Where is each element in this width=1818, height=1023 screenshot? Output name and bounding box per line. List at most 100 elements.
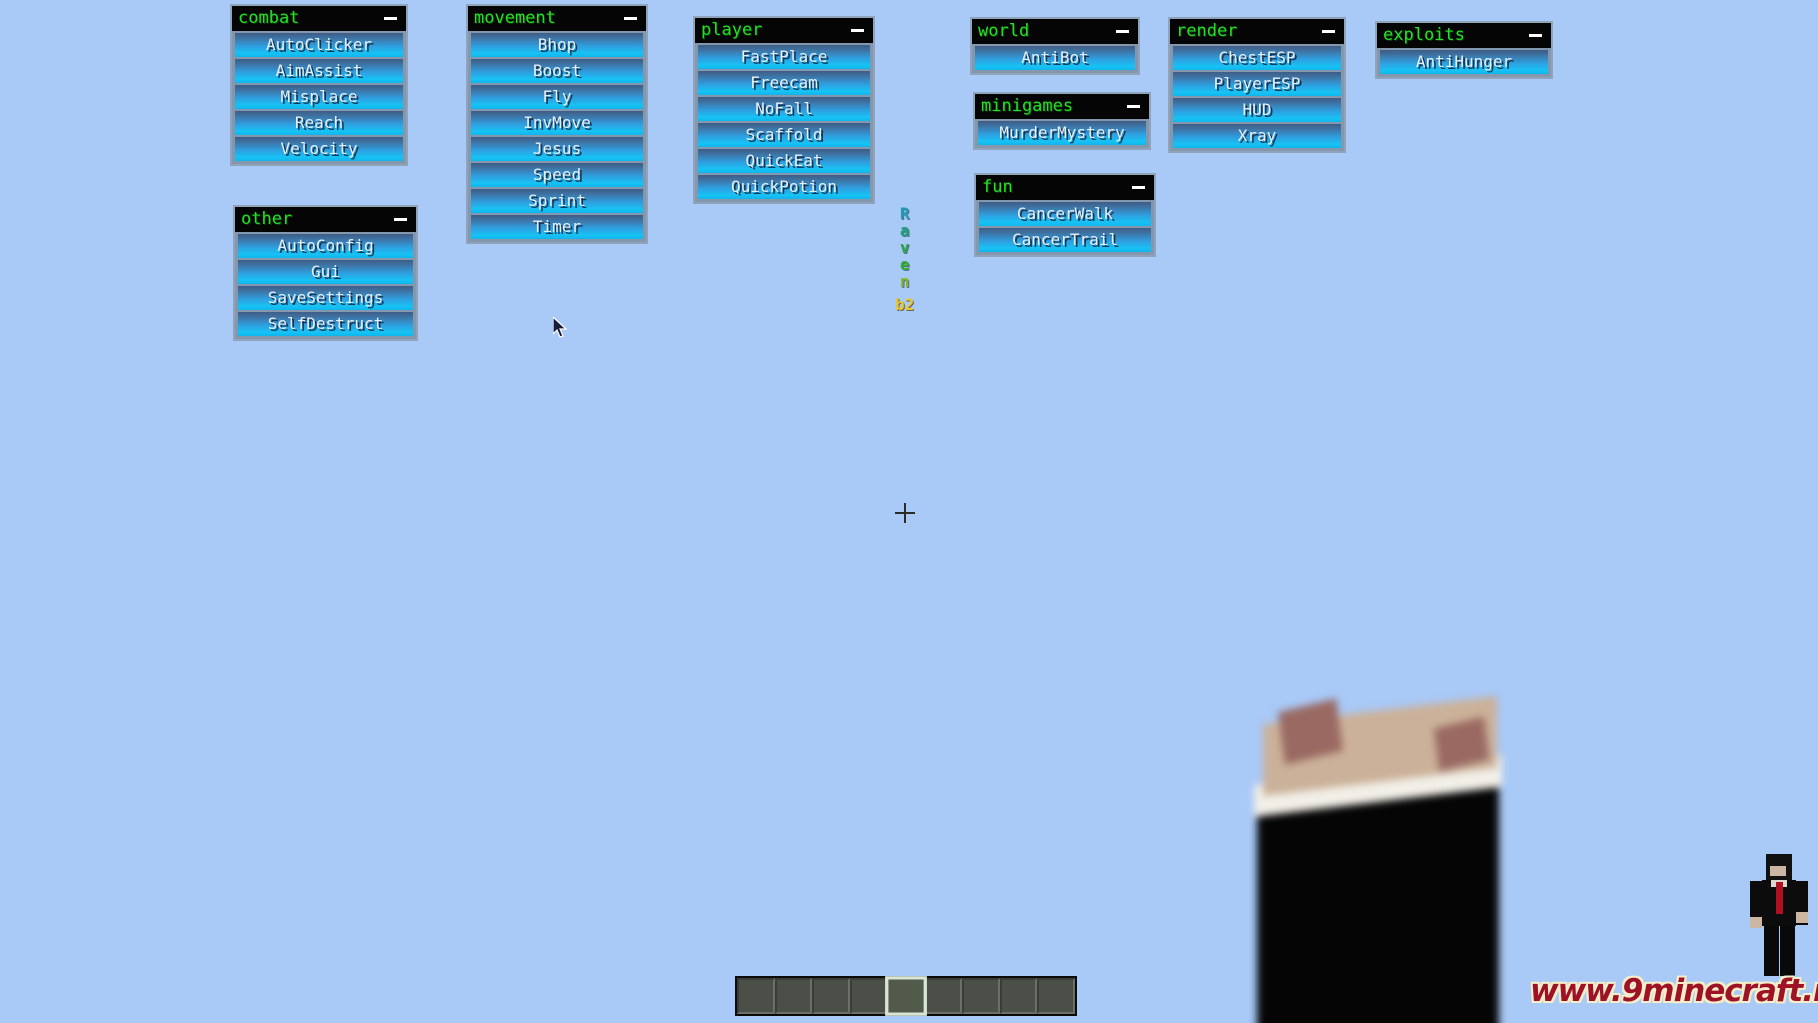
module-button-velocity[interactable]: Velocity — [235, 137, 403, 161]
panel-body-movement: Bhop Boost Fly InvMove Jesus Speed Sprint Timer — [468, 31, 646, 242]
module-button-sprint[interactable]: Sprint — [471, 189, 643, 213]
panel-title-label: movement — [474, 8, 556, 28]
panel-titlebar-render[interactable]: render — [1170, 19, 1344, 44]
minimize-dash-icon[interactable] — [1529, 34, 1542, 37]
module-button-speed[interactable]: Speed — [471, 163, 643, 187]
module-button-cancerwalk[interactable]: CancerWalk — [979, 202, 1151, 226]
module-label: AntiHunger — [1415, 52, 1513, 71]
panel-movement[interactable]: movement Bhop Boost Fly InvMove Jesus Speed Spr… — [466, 4, 648, 244]
minimize-dash-icon[interactable] — [624, 17, 637, 20]
module-button-antihunger[interactable]: AntiHunger — [1380, 50, 1548, 74]
module-button-murdermystery[interactable]: MurderMystery — [978, 121, 1146, 145]
module-label: CancerTrail — [1012, 230, 1118, 249]
player-leg-left — [1764, 926, 1779, 976]
module-label: QuickEat — [745, 151, 823, 170]
minimize-dash-icon[interactable] — [1116, 30, 1129, 33]
module-button-selfdestruct[interactable]: SelfDestruct — [238, 312, 413, 336]
minimize-dash-icon[interactable] — [384, 17, 397, 20]
module-button-playeresp[interactable]: PlayerESP — [1173, 72, 1341, 96]
panel-body-world: AntiBot — [972, 44, 1138, 73]
module-label: Freecam — [750, 73, 818, 92]
module-label: ChestESP — [1218, 48, 1296, 67]
client-name-letter-4: n — [899, 272, 910, 291]
minimize-dash-icon[interactable] — [851, 29, 864, 32]
module-button-antibot[interactable]: AntiBot — [975, 46, 1135, 70]
hotbar-slot-2[interactable] — [774, 978, 813, 1014]
module-button-invmove[interactable]: InvMove — [471, 111, 643, 135]
module-label: CancerWalk — [1016, 204, 1114, 223]
minimize-dash-icon[interactable] — [1322, 30, 1335, 33]
minimize-dash-icon[interactable] — [1132, 186, 1145, 189]
module-button-misplace[interactable]: Misplace — [235, 85, 403, 109]
panel-title-label: player — [701, 20, 763, 40]
module-button-cancertrail[interactable]: CancerTrail — [979, 228, 1151, 252]
minimize-dash-icon[interactable] — [1127, 105, 1140, 108]
panel-titlebar-combat[interactable]: combat — [232, 6, 406, 31]
panel-title-label: exploits — [1383, 25, 1465, 45]
panel-body-exploits: AntiHunger — [1377, 48, 1551, 77]
hotbar-slot-1[interactable] — [737, 978, 775, 1014]
player-hand-left — [1750, 917, 1762, 928]
panel-title-label: render — [1176, 21, 1238, 41]
minimize-dash-icon[interactable] — [394, 218, 407, 221]
panel-titlebar-other[interactable]: other — [235, 207, 416, 232]
panel-titlebar-movement[interactable]: movement — [468, 6, 646, 31]
module-button-reach[interactable]: Reach — [235, 111, 403, 135]
site-watermark: www.9minecraft.net — [1530, 973, 1818, 1009]
player-face — [1770, 866, 1786, 876]
module-button-aimassist[interactable]: AimAssist — [235, 59, 403, 83]
module-button-timer[interactable]: Timer — [471, 215, 643, 239]
hotbar-slot-3[interactable] — [812, 978, 850, 1014]
hotbar-slot-5[interactable] — [885, 976, 927, 1016]
module-label: FastPlace — [740, 47, 828, 66]
hotbar-slot-8[interactable] — [999, 978, 1038, 1014]
module-label: Timer — [532, 217, 582, 236]
panel-titlebar-fun[interactable]: fun — [976, 175, 1154, 200]
panel-title-label: other — [241, 209, 293, 229]
module-label: AimAssist — [275, 61, 363, 80]
module-button-xray[interactable]: Xray — [1173, 124, 1341, 148]
panel-titlebar-player[interactable]: player — [695, 18, 873, 43]
module-button-chestesp[interactable]: ChestESP — [1173, 46, 1341, 70]
panel-minigames[interactable]: minigames MurderMystery — [973, 92, 1151, 150]
hotbar-slot-9[interactable] — [1037, 978, 1075, 1014]
panel-combat[interactable]: combat AutoClicker AimAssist Misplace Reach V… — [230, 4, 408, 166]
module-button-bhop[interactable]: Bhop — [471, 33, 643, 57]
module-button-quickpotion[interactable]: QuickPotion — [698, 175, 870, 199]
panel-other[interactable]: other AutoConfig Gui SaveSettings SelfDestru… — [233, 205, 418, 341]
module-label: MurderMystery — [999, 123, 1125, 142]
panel-fun[interactable]: fun CancerWalk CancerTrail — [974, 173, 1156, 257]
module-button-freecam[interactable]: Freecam — [698, 71, 870, 95]
module-button-nofall[interactable]: NoFall — [698, 97, 870, 121]
module-label: Misplace — [280, 87, 358, 106]
module-button-autoclicker[interactable]: AutoClicker — [235, 33, 403, 57]
panel-player[interactable]: player FastPlace Freecam NoFall Scaffold Quic… — [693, 16, 875, 204]
panel-world[interactable]: world AntiBot — [970, 17, 1140, 75]
player-hand-right — [1796, 912, 1808, 923]
game-viewport: combat AutoClicker AimAssist Misplace Reach V… — [0, 0, 1818, 1023]
panel-titlebar-minigames[interactable]: minigames — [975, 94, 1149, 119]
panel-render[interactable]: render ChestESP PlayerESP HUD Xray — [1168, 17, 1346, 153]
client-name-letter-1: a — [899, 221, 910, 240]
module-button-hud[interactable]: HUD — [1173, 98, 1341, 122]
first-person-arm — [1254, 696, 1558, 1023]
module-button-boost[interactable]: Boost — [471, 59, 643, 83]
module-button-savesettings[interactable]: SaveSettings — [238, 286, 413, 310]
hotbar-slot-7[interactable] — [962, 978, 1000, 1014]
panel-exploits[interactable]: exploits AntiHunger — [1375, 21, 1553, 79]
module-button-quickeat[interactable]: QuickEat — [698, 149, 870, 173]
hotbar-slot-4[interactable] — [849, 978, 888, 1014]
module-button-fastplace[interactable]: FastPlace — [698, 45, 870, 69]
panel-titlebar-exploits[interactable]: exploits — [1377, 23, 1551, 48]
panel-titlebar-world[interactable]: world — [972, 19, 1138, 44]
panel-title-label: fun — [982, 177, 1013, 197]
module-label: Jesus — [532, 139, 582, 158]
hotbar-slot-6[interactable] — [924, 978, 963, 1014]
module-button-gui[interactable]: Gui — [238, 260, 413, 284]
module-button-jesus[interactable]: Jesus — [471, 137, 643, 161]
panel-body-fun: CancerWalk CancerTrail — [976, 200, 1154, 255]
hotbar[interactable] — [735, 976, 1077, 1016]
module-button-autoconfig[interactable]: AutoConfig — [238, 234, 413, 258]
module-button-fly[interactable]: Fly — [471, 85, 643, 109]
module-button-scaffold[interactable]: Scaffold — [698, 123, 870, 147]
